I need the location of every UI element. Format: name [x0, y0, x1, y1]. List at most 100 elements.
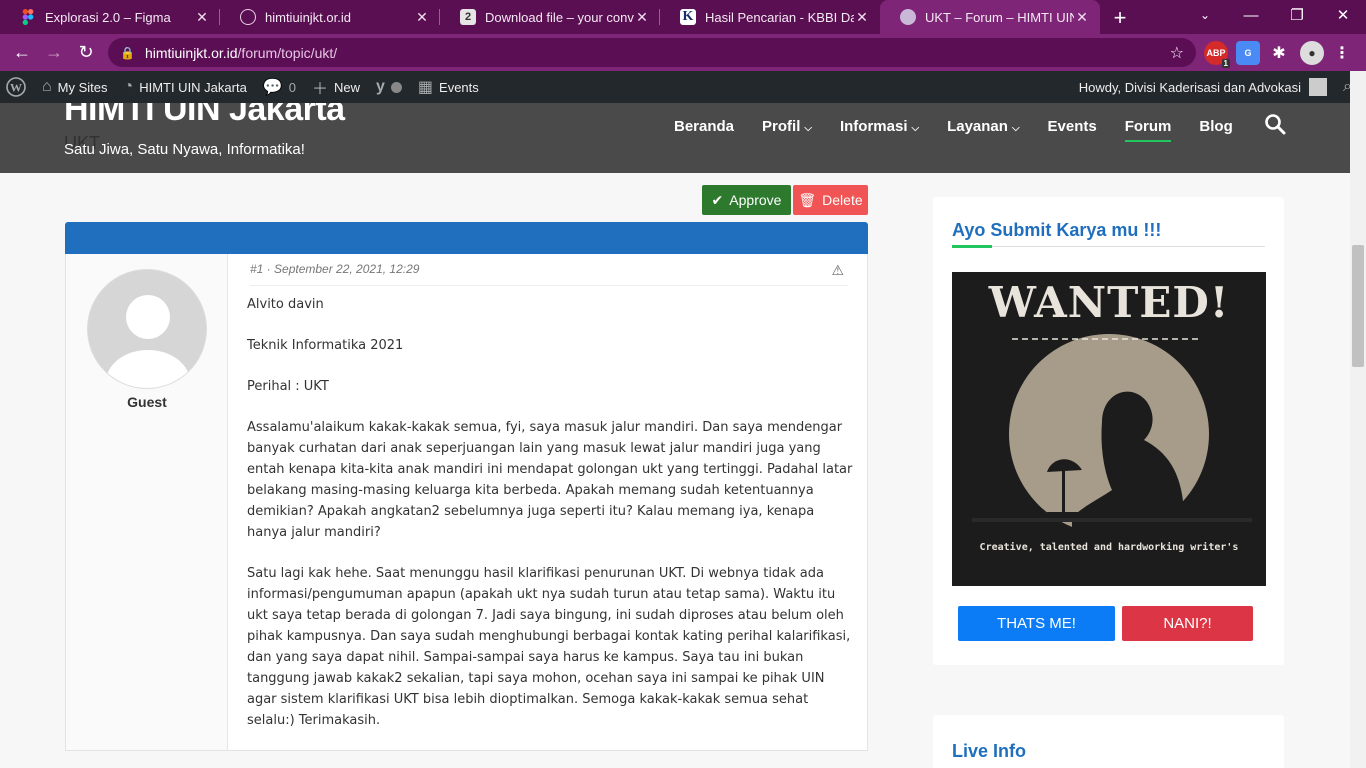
main-navigation: Beranda Profil ⌵ Informasi ⌵ Layanan ⌵ Even…: [660, 112, 1247, 148]
nani-button[interactable]: NANI?!: [1122, 606, 1253, 641]
browser-tab-kbbi[interactable]: K Hasil Pencarian - KBBI Daring ✕: [660, 0, 880, 34]
approve-label: Approve: [729, 192, 782, 208]
browser-tab-strip: Explorasi 2.0 – Figma ✕ himtiuinjkt.or.i…: [0, 0, 1366, 34]
translate-extension-icon[interactable]: G: [1236, 41, 1260, 65]
delete-label: Delete: [822, 192, 863, 208]
scrollbar-track[interactable]: [1350, 71, 1366, 768]
post-author-panel: Guest: [66, 254, 228, 750]
lock-icon[interactable]: 🔒: [120, 46, 135, 60]
wp-admin-bar: W ⌂ My Sites ◔ HIMTI UIN Jakarta 💬 0 ＋ N…: [0, 71, 1366, 103]
approve-button[interactable]: ✔ Approve: [702, 185, 791, 215]
close-icon[interactable]: ✕: [1074, 9, 1090, 26]
tab-title: Hasil Pencarian - KBBI Daring: [705, 9, 854, 25]
avatar: [87, 269, 207, 389]
site-tagline: Satu Jiwa, Satu Nyawa, Informatika!: [64, 141, 305, 158]
browser-toolbar: ← → ↻ 🔒 himtiuinjkt.or.id/forum/topic/uk…: [0, 34, 1366, 71]
events-label: Events: [439, 79, 479, 95]
browser-tab-download[interactable]: 2 Download file – your convers ✕: [440, 0, 660, 34]
scrollbar-thumb[interactable]: [1352, 245, 1364, 367]
browser-tab-himti[interactable]: himtiuinjkt.or.id ✕: [220, 0, 440, 34]
svg-text:W: W: [10, 81, 22, 95]
search-icon[interactable]: [1264, 113, 1286, 135]
warning-icon[interactable]: ⚠: [831, 262, 844, 279]
thats-me-button[interactable]: THATS ME!: [958, 606, 1115, 641]
url-path: /forum/topic/ukt/: [237, 44, 338, 61]
chevron-down-icon: ⌵: [911, 123, 920, 134]
widget-title: Ayo Submit Karya mu !!!: [952, 220, 1162, 240]
close-icon[interactable]: ✕: [634, 9, 650, 26]
status-dot-icon: [390, 81, 402, 93]
yoast-seo-menu[interactable]: y: [368, 71, 410, 103]
new-label: New: [333, 79, 360, 95]
calendar-icon: ▦: [417, 79, 434, 96]
nav-layanan[interactable]: Layanan ⌵: [933, 116, 1033, 144]
widget-divider-accent: [952, 245, 992, 248]
nav-blog[interactable]: Blog: [1185, 116, 1246, 144]
comments-count: 0: [288, 79, 296, 95]
delete-button[interactable]: 🗑 Delete: [793, 185, 868, 215]
account-menu[interactable]: Howdy, Divisi Kaderisasi dan Advokasi: [1071, 71, 1335, 103]
browser-tab-figma[interactable]: Explorasi 2.0 – Figma ✕: [0, 0, 220, 34]
site-header: HIMTI UIN Jakarta UKT Satu Jiwa, Satu Ny…: [0, 103, 1366, 173]
house-icon: ⌂: [42, 78, 52, 95]
globe-icon: [240, 9, 256, 25]
post-paragraph: Satu lagi kak hehe. Saat menunggu hasil …: [247, 566, 851, 728]
topic-header-bar: [65, 222, 868, 254]
site-name-label: HIMTI UIN Jakarta: [139, 79, 247, 95]
url-host: himtiuinjkt.or.id: [144, 44, 238, 61]
close-icon[interactable]: ✕: [414, 9, 430, 26]
new-content-menu[interactable]: ＋ New: [304, 71, 368, 103]
site-name-menu[interactable]: ◔ HIMTI UIN Jakarta: [116, 71, 255, 103]
download-site-icon: 2: [460, 9, 476, 25]
author-name[interactable]: Guest: [66, 394, 228, 410]
user-avatar: [1309, 78, 1328, 96]
comment-bubble-icon: 💬: [262, 79, 283, 96]
dashboard-gauge-icon: ◔: [123, 78, 134, 95]
close-window-icon[interactable]: ✕: [1320, 0, 1366, 30]
wordpress-logo-icon[interactable]: W: [0, 71, 34, 103]
tab-search-icon[interactable]: ⌄: [1182, 0, 1228, 30]
profile-avatar[interactable]: ●: [1300, 41, 1324, 65]
close-icon[interactable]: ✕: [194, 9, 210, 26]
restore-icon[interactable]: ❐: [1274, 0, 1320, 30]
adblock-extension-icon[interactable]: ABP 1: [1204, 41, 1230, 68]
browser-menu-icon[interactable]: ⋮: [1330, 41, 1354, 65]
bookmark-star-icon[interactable]: ☆: [1170, 43, 1184, 63]
forward-icon[interactable]: →: [38, 37, 70, 69]
tab-title: Explorasi 2.0 – Figma: [45, 9, 171, 25]
checkmark-icon: ✔: [711, 191, 724, 208]
close-icon[interactable]: ✕: [854, 9, 870, 26]
nav-beranda[interactable]: Beranda: [660, 116, 748, 144]
figma-icon: [20, 9, 36, 25]
post-paragraph: Teknik Informatika 2021: [247, 338, 404, 353]
page-content: ✔ Approve 🗑 Delete Guest #1 · September …: [0, 173, 1350, 768]
reload-icon[interactable]: ↻: [70, 37, 102, 69]
wanted-poster-image[interactable]: WANTED! Creative, talented and hardworki…: [952, 272, 1266, 586]
yoast-icon: y: [376, 78, 385, 95]
site-title[interactable]: HIMTI UIN Jakarta: [64, 103, 345, 129]
widget-divider: [952, 246, 1265, 247]
site-icon: [900, 9, 916, 25]
new-tab-button[interactable]: +: [1100, 2, 1140, 34]
nav-events[interactable]: Events: [1034, 116, 1111, 144]
adblock-count-badge: 1: [1221, 59, 1230, 68]
post-paragraph: Assalamu'alaikum kakak-kakak semua, fyi,…: [247, 420, 853, 540]
extensions-puzzle-icon[interactable]: ✱: [1267, 41, 1291, 65]
nav-forum[interactable]: Forum: [1111, 116, 1186, 144]
events-menu[interactable]: ▦ Events: [410, 71, 487, 103]
minimize-icon[interactable]: —: [1228, 0, 1274, 30]
tab-title: Download file – your convers: [485, 9, 634, 25]
submit-karya-widget: Ayo Submit Karya mu !!! WANTED! Creative…: [933, 197, 1284, 665]
address-bar[interactable]: 🔒 himtiuinjkt.or.id/forum/topic/ukt/ ☆: [108, 38, 1196, 67]
nav-profil[interactable]: Profil ⌵: [748, 116, 826, 144]
my-sites-menu[interactable]: ⌂ My Sites: [34, 71, 116, 103]
browser-tab-ukt-forum[interactable]: UKT – Forum – HIMTI UIN Jak ✕: [880, 0, 1100, 34]
nav-informasi[interactable]: Informasi ⌵: [826, 116, 933, 144]
widget-title: Live Info: [952, 741, 1027, 761]
post-paragraph: Perihal : UKT: [247, 379, 329, 394]
comments-menu[interactable]: 💬 0: [255, 71, 304, 103]
kbbi-icon: K: [680, 9, 696, 25]
tab-title: himtiuinjkt.or.id: [265, 9, 351, 25]
post-date[interactable]: #1 · September 22, 2021, 12:29: [250, 262, 419, 276]
back-icon[interactable]: ←: [6, 37, 38, 69]
